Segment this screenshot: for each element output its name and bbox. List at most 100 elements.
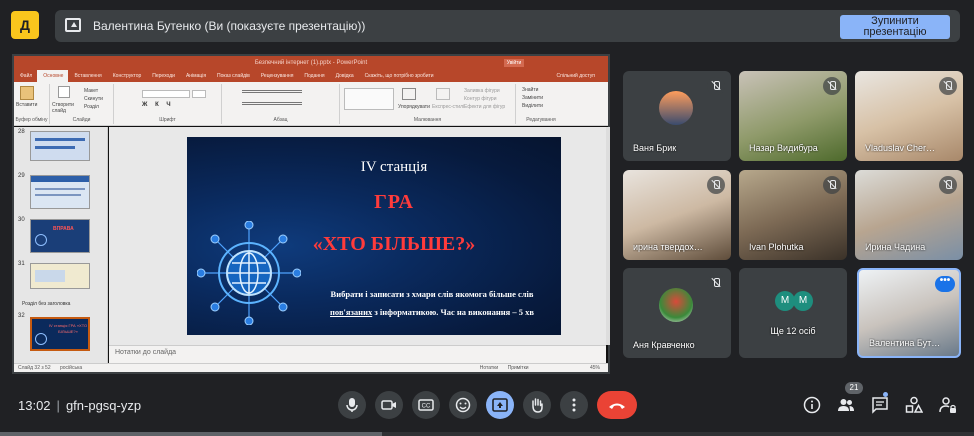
more-participants-tile[interactable]: M M Ще 12 осіб: [739, 268, 847, 358]
activities-icon: [905, 396, 924, 413]
ribbon-group-label: Малювання: [413, 117, 442, 123]
ppt-tab-file[interactable]: Файл: [14, 70, 37, 79]
notes-area[interactable]: Нотатки до слайда: [109, 345, 606, 363]
logo-text: Д: [20, 17, 30, 33]
font-name-box[interactable]: [142, 90, 190, 98]
slide-canvas: IV станція ГРА «ХТО БІЛЬШЕ?» Вибрати і з…: [109, 127, 606, 345]
participant-tile[interactable]: Ivan Plohutka: [739, 170, 847, 260]
more-options-icon[interactable]: •••: [935, 276, 955, 292]
language-indicator: російська: [60, 365, 83, 371]
slide-thumb-29[interactable]: [30, 175, 90, 209]
shape-effects-button[interactable]: Ефекти для фігур: [464, 104, 505, 110]
more-options-button[interactable]: [560, 391, 588, 419]
participant-tile[interactable]: Ваня Брик: [623, 71, 731, 161]
presenting-status: Валентина Бутенко (Ви (показуєте презент…: [93, 19, 366, 33]
ppt-tell-me[interactable]: Скажіть, що потрібно зробити: [359, 70, 439, 79]
ppt-ribbon: Вставити Буфер обміну Створити слайд Мак…: [14, 82, 608, 126]
zoom-level[interactable]: 45%: [530, 365, 600, 371]
shapes-gallery[interactable]: [344, 88, 394, 110]
slide-thumbnails-panel: 28 29 30 ВПРАВА 31 Розділ без заголовка …: [14, 127, 108, 363]
reactions-button[interactable]: [449, 391, 477, 419]
camera-button[interactable]: [375, 391, 403, 419]
participant-tile[interactable]: Аня Кравченко: [623, 268, 731, 358]
reset-button[interactable]: Скинути: [84, 96, 103, 102]
ribbon-clipboard: Вставити Буфер обміну: [14, 84, 50, 124]
activities-button[interactable]: [905, 396, 924, 414]
thumb-number: 31: [18, 261, 25, 267]
captions-button[interactable]: CC: [412, 391, 440, 419]
notes-toggle[interactable]: Нотатки: [480, 365, 498, 371]
ribbon-group-label: Абзац: [273, 117, 288, 123]
align-buttons-icon[interactable]: [242, 102, 302, 105]
section-button[interactable]: Розділ: [84, 104, 99, 110]
ppt-tab-help[interactable]: Довідка: [330, 70, 359, 79]
ppt-tab-slideshow[interactable]: Показ слайдів: [211, 70, 255, 79]
meet-window: Д Валентина Бутенко (Ви (показуєте презе…: [0, 0, 974, 436]
people-button[interactable]: [837, 396, 855, 414]
paste-icon[interactable]: [20, 86, 34, 100]
layout-button[interactable]: Макет: [84, 88, 98, 94]
font-size-box[interactable]: [192, 90, 206, 98]
more-vert-icon: [572, 398, 576, 412]
task-underlined-word: пов'язаних: [330, 307, 373, 317]
mic-off-icon: [707, 176, 725, 194]
new-slide-icon[interactable]: [58, 86, 70, 98]
task-line-1: Вибрати і записати з хмари слів якомога …: [330, 289, 534, 299]
shape-outline-button[interactable]: Контур фігури: [464, 96, 496, 102]
slide-thumb-30[interactable]: ВПРАВА: [30, 219, 90, 253]
ppt-tab-animations[interactable]: Анімація: [180, 70, 211, 79]
avatar: M: [793, 291, 813, 311]
ppt-tab-review[interactable]: Рецензування: [255, 70, 299, 79]
chat-button[interactable]: [871, 396, 889, 414]
thumb-number: 28: [18, 129, 25, 135]
slide-thumb-32[interactable]: IV станція ГРА «ХТО БІЛЬШЕ?»: [30, 317, 90, 351]
find-button[interactable]: Знайти: [522, 87, 538, 93]
participant-name: Ivan Plohutka: [749, 242, 804, 252]
slide-thumb-31[interactable]: [30, 263, 90, 289]
ppt-tab-view[interactable]: Подання: [298, 70, 329, 79]
self-view-tile[interactable]: ••• Валентина Бут…: [857, 268, 961, 358]
paste-label: Вставити: [16, 102, 38, 108]
slide-scrollbar[interactable]: [606, 127, 610, 345]
section-label: Розділ без заголовка: [22, 301, 71, 307]
ribbon-font: Ж К Ч Шрифт: [114, 84, 222, 124]
participant-tile[interactable]: Назар Видибура: [739, 71, 847, 161]
participant-tile[interactable]: Ирина Чадина: [855, 170, 963, 260]
avatar: [659, 91, 693, 125]
select-button[interactable]: Виділити: [522, 103, 543, 109]
slide-thumb-28[interactable]: [30, 131, 90, 161]
raise-hand-button[interactable]: [523, 391, 551, 419]
people-icon: [838, 399, 854, 411]
comments-toggle[interactable]: Примітки: [500, 365, 529, 371]
arrange-icon[interactable]: [402, 88, 416, 100]
stop-presenting-button[interactable]: Зупинити презентацію: [840, 15, 950, 39]
bottom-progress-strip: [0, 432, 974, 436]
ppt-tab-insert[interactable]: Вставлення: [68, 70, 106, 79]
participant-name: Назар Видибура: [749, 143, 818, 153]
list-buttons-icon[interactable]: [242, 90, 302, 93]
leave-call-button[interactable]: [597, 391, 637, 419]
participant-tile[interactable]: ирина твердох…: [623, 170, 731, 260]
quick-styles-icon[interactable]: [436, 88, 450, 100]
meeting-details-button[interactable]: [803, 396, 821, 414]
quick-styles-label: Експрес-стилі: [432, 104, 465, 110]
hang-up-icon: [609, 403, 625, 409]
host-controls-button[interactable]: [939, 396, 957, 414]
participant-tile[interactable]: Vladuslav Cher…: [855, 71, 963, 161]
participant-count-badge: 21: [845, 382, 863, 394]
ppt-tab-home[interactable]: Основне: [37, 70, 69, 82]
ppt-tab-transitions[interactable]: Переходи: [146, 70, 180, 79]
ppt-signin-button[interactable]: Увійти: [504, 59, 524, 67]
mic-button[interactable]: [338, 391, 366, 419]
present-button[interactable]: [486, 391, 514, 419]
mic-off-icon: [939, 77, 957, 95]
ppt-share-button[interactable]: Спільний доступ: [551, 70, 600, 79]
meeting-info: 13:02 | gfn-pgsq-yzp: [18, 398, 142, 413]
font-format-buttons[interactable]: Ж К Ч: [142, 102, 174, 108]
shape-fill-button[interactable]: Заливка фігури: [464, 88, 500, 94]
ppt-tab-design[interactable]: Конструктор: [107, 70, 147, 79]
new-slide-label: Створити слайд: [52, 102, 74, 114]
mic-off-icon: [707, 274, 725, 292]
replace-button[interactable]: Замінити: [522, 95, 543, 101]
clock: 13:02: [18, 398, 51, 413]
